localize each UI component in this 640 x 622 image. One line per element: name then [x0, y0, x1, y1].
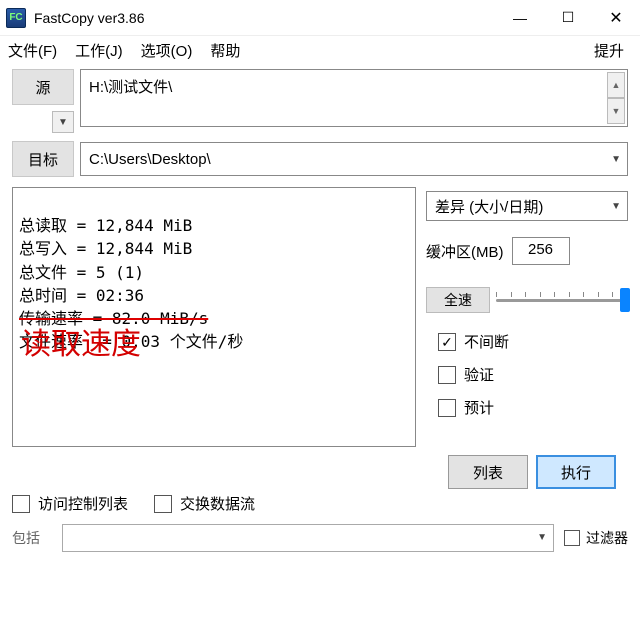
dest-path-text: C:\Users\Desktop\: [89, 151, 211, 168]
menu-file[interactable]: 文件(F): [8, 40, 57, 61]
altstream-checkbox[interactable]: 交换数据流: [154, 493, 255, 514]
log-total-write: 总写入 = 12,844 MiB: [19, 239, 192, 258]
app-icon: FC: [6, 8, 26, 28]
buffer-label: 缓冲区(MB): [426, 241, 504, 262]
acl-checkbox[interactable]: 访问控制列表: [12, 493, 128, 514]
log-total-files: 总文件 = 5 (1): [19, 263, 144, 282]
buffer-input[interactable]: 256: [512, 237, 570, 265]
chevron-down-icon: ▼: [611, 201, 621, 212]
menu-work[interactable]: 工作(J): [75, 40, 123, 61]
acl-label: 访问控制列表: [38, 493, 128, 514]
source-scroll-up[interactable]: ▲: [607, 72, 625, 98]
maximize-button[interactable]: ☐: [544, 0, 592, 36]
execute-button[interactable]: 执行: [536, 455, 616, 489]
log-total-read: 总读取 = 12,844 MiB: [19, 216, 192, 235]
altstream-label: 交换数据流: [180, 493, 255, 514]
log-total-time: 总时间 = 02:36: [19, 286, 144, 305]
menu-options[interactable]: 选项(O): [141, 40, 193, 61]
checkbox-icon: [12, 495, 30, 513]
full-speed-button[interactable]: 全速: [426, 287, 490, 313]
minimize-button[interactable]: —: [496, 0, 544, 36]
include-filter-select[interactable]: ▼: [62, 524, 554, 552]
copy-mode-value: 差异 (大小/日期): [435, 196, 543, 217]
menu-bar: 文件(F) 工作(J) 选项(O) 帮助 提升: [0, 36, 640, 69]
annotation-read-speed: 读取速度: [21, 323, 141, 367]
close-button[interactable]: ✕: [592, 0, 640, 36]
source-history-dropdown[interactable]: ▼: [52, 111, 74, 133]
include-label: 包括: [12, 528, 52, 548]
verify-checkbox[interactable]: 验证: [438, 364, 628, 385]
checkbox-icon: [438, 333, 456, 351]
source-input[interactable]: H:\测试文件\ ▲ ▼: [80, 69, 628, 127]
dest-button[interactable]: 目标: [12, 141, 74, 177]
menu-help[interactable]: 帮助: [210, 40, 240, 61]
source-path-text: H:\测试文件\: [81, 70, 627, 103]
nonstop-label: 不间断: [464, 331, 509, 352]
filter-checkbox[interactable]: 过滤器: [564, 528, 628, 548]
menu-lift[interactable]: 提升: [594, 40, 624, 61]
copy-mode-select[interactable]: 差异 (大小/日期) ▼: [426, 191, 628, 221]
window-title: FastCopy ver3.86: [34, 10, 496, 26]
checkbox-icon: [564, 530, 580, 546]
speed-slider[interactable]: [496, 290, 628, 310]
chevron-down-icon: ▼: [537, 532, 547, 543]
source-button[interactable]: 源: [12, 69, 74, 105]
checkbox-icon: [438, 399, 456, 417]
title-bar: FC FastCopy ver3.86 — ☐ ✕: [0, 0, 640, 36]
slider-thumb[interactable]: [620, 288, 630, 312]
log-output: 总读取 = 12,844 MiB 总写入 = 12,844 MiB 总文件 = …: [12, 187, 416, 447]
list-button[interactable]: 列表: [448, 455, 528, 489]
dest-input[interactable]: C:\Users\Desktop\ ▼: [80, 142, 628, 176]
checkbox-icon: [154, 495, 172, 513]
estimate-checkbox[interactable]: 预计: [438, 397, 628, 418]
nonstop-checkbox[interactable]: 不间断: [438, 331, 628, 352]
source-scroll-down[interactable]: ▼: [607, 98, 625, 124]
verify-label: 验证: [464, 364, 494, 385]
chevron-down-icon: ▼: [611, 154, 621, 165]
estimate-label: 预计: [464, 397, 494, 418]
checkbox-icon: [438, 366, 456, 384]
filter-label: 过滤器: [586, 528, 628, 548]
